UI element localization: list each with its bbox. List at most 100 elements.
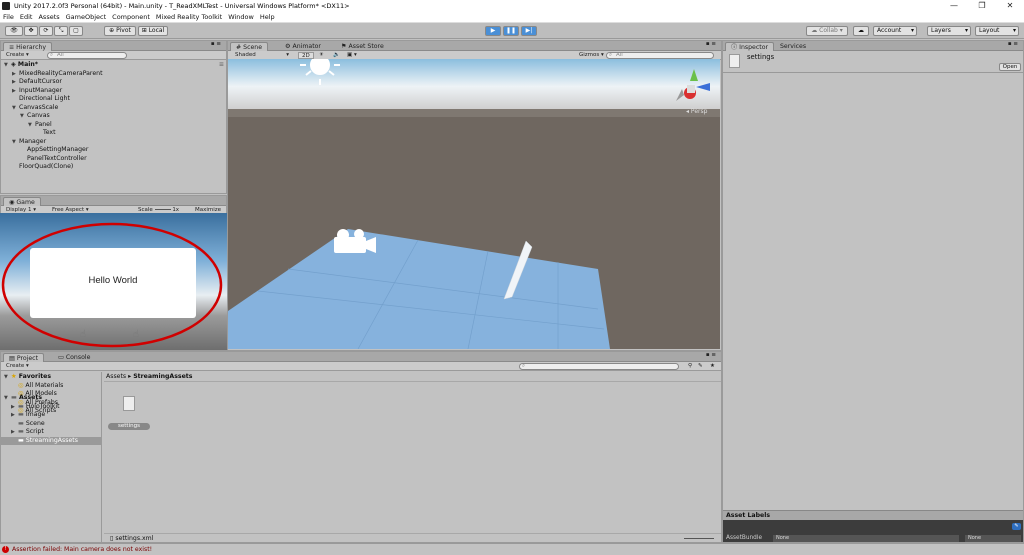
panel-menu-icon[interactable]: ▪ ≡ [703, 41, 719, 48]
tab-hierarchy[interactable]: ≡ Hierarchy [3, 42, 53, 51]
pivot-toggle[interactable]: ⊕ Pivot [104, 26, 136, 36]
expand-right-icon[interactable]: ▶ [12, 87, 19, 96]
shading-dropdown[interactable]: Shaded ▾ [232, 52, 292, 59]
hierarchy-create-label: Create [6, 52, 25, 58]
scene-viewport[interactable]: ◂ Persp [228, 59, 720, 349]
panel-menu-icon[interactable]: ▪ ≡ [208, 41, 224, 48]
asset-folder-item[interactable]: ▬ StreamingAssets [1, 436, 102, 445]
panel-menu-icon[interactable]: ▪ ≡ [1005, 41, 1021, 48]
asset-bundle-dropdown[interactable]: None [773, 535, 959, 542]
menu-mixed-reality-toolkit[interactable]: Mixed Reality Toolkit [156, 13, 222, 21]
tab-console[interactable]: ▭ Console [53, 353, 95, 362]
expand-down-icon[interactable]: ▼ [4, 394, 11, 403]
expand-down-icon[interactable]: ▼ [4, 373, 11, 382]
menu-assets[interactable]: Assets [38, 13, 59, 21]
toggle-2d-button[interactable]: 2D [298, 52, 314, 59]
asset-folder-item[interactable]: ▶ ▬ Script [4, 428, 102, 437]
hierarchy-item[interactable]: ▼ CanvasScale [4, 104, 224, 113]
tab-game[interactable]: ◉ Game [3, 197, 41, 206]
hierarchy-item[interactable]: ▼ Canvas [4, 112, 224, 121]
local-toggle[interactable]: ⊞ Local [138, 26, 168, 36]
tab-animator[interactable]: ⚙ Animator [280, 42, 326, 51]
expand-right-icon[interactable]: ▶ [12, 70, 19, 79]
expand-down-icon[interactable]: ▼ [4, 61, 11, 70]
menu-gameobject[interactable]: GameObject [66, 13, 107, 21]
rect-tool-icon[interactable]: ▢ [69, 26, 83, 36]
project-create-button[interactable]: Create ▾ [3, 363, 32, 370]
step-button[interactable]: ▶| [521, 26, 537, 36]
asset-folder-item[interactable]: ▶ ▬ HoloToolkit [4, 403, 102, 412]
asset-variant-dropdown[interactable]: None [965, 535, 1021, 542]
scene-search-input[interactable]: ⌕ All [606, 52, 714, 59]
play-button[interactable]: ▶ [485, 26, 501, 36]
menu-window[interactable]: Window [228, 13, 254, 21]
hierarchy-item[interactable]: Text [4, 129, 224, 138]
scene-root[interactable]: ▼ ◈ Main* ≡ [4, 61, 224, 70]
menu-help[interactable]: Help [260, 13, 275, 21]
hierarchy-item[interactable]: AppSettingManager [4, 146, 224, 155]
hierarchy-item[interactable]: ▶ DefaultCursor [4, 78, 224, 87]
pause-button[interactable]: ❚❚ [503, 26, 519, 36]
hand-tool-icon[interactable]: 👁 [5, 26, 23, 36]
open-button[interactable]: Open [999, 63, 1021, 71]
panel-menu-icon[interactable]: ▪ ≡ [703, 352, 719, 359]
expand-right-icon[interactable]: ▶ [11, 403, 18, 412]
layers-dropdown[interactable]: Layers ▾ [927, 26, 971, 36]
asset-folder-item[interactable]: ▬ Scene [4, 420, 102, 429]
hierarchy-item[interactable]: Directional Light [4, 95, 224, 104]
tab-project[interactable]: ▤ Project [3, 353, 44, 362]
expand-down-icon[interactable]: ▼ [12, 138, 19, 147]
audio-toggle-icon[interactable]: 🔈 [330, 52, 343, 59]
favorites-header[interactable]: ▼ ★ Favorites [4, 373, 102, 382]
menu-edit[interactable]: Edit [20, 13, 33, 21]
hierarchy-item[interactable]: ▶ InputManager [4, 87, 224, 96]
breadcrumb-assets[interactable]: Assets [106, 373, 126, 380]
hierarchy-item[interactable]: ▶ MixedRealityCameraParent [4, 70, 224, 79]
hierarchy-create-button[interactable]: Create ▾ [3, 52, 32, 59]
tab-scene[interactable]: # Scene [230, 42, 269, 51]
hierarchy-item[interactable]: PanelTextController [4, 155, 224, 164]
scale-tool-icon[interactable]: ⤡ [54, 26, 68, 36]
hierarchy-search-input[interactable]: ⌕ All [47, 52, 127, 59]
layout-dropdown[interactable]: Layout ▾ [975, 26, 1019, 36]
move-tool-icon[interactable]: ✥ [24, 26, 38, 36]
expand-right-icon[interactable]: ▶ [11, 428, 18, 437]
icon-size-slider[interactable] [684, 538, 714, 539]
effects-dropdown-icon[interactable]: ▣ ▾ [344, 52, 360, 59]
breadcrumb-streamingassets[interactable]: StreamingAssets [133, 373, 192, 380]
status-bar[interactable]: ! Assertion failed: Main camera does not… [0, 543, 1024, 555]
hierarchy-item[interactable]: ▼ Manager [4, 138, 224, 147]
expand-down-icon[interactable]: ▼ [12, 104, 19, 113]
asset-item-settings[interactable]: settings [108, 396, 150, 430]
collab-dropdown[interactable]: ☁ Collab ▾ [806, 26, 848, 36]
filter-label-icon[interactable]: ✎ [695, 363, 706, 370]
label-tag-icon[interactable]: ✎ [1012, 523, 1021, 530]
hierarchy-item[interactable]: FloorQuad(Clone) [4, 163, 224, 172]
menu-component[interactable]: Component [112, 13, 150, 21]
expand-down-icon[interactable]: ▼ [20, 112, 27, 121]
tab-services[interactable]: Services [775, 42, 811, 51]
asset-item-label: settings [108, 423, 150, 430]
account-dropdown[interactable]: Account ▾ [873, 26, 917, 36]
favorite-item[interactable]: ◎ All Materials [4, 382, 102, 391]
favorite-star-icon[interactable]: ★ [707, 363, 718, 370]
close-icon[interactable]: ✕ [996, 0, 1024, 12]
minimize-icon[interactable]: — [940, 0, 968, 12]
hierarchy-item[interactable]: ▼ Panel [4, 121, 224, 130]
slider-track[interactable] [154, 209, 171, 210]
lighting-toggle-icon[interactable]: ☀ [316, 52, 327, 59]
expand-down-icon[interactable]: ▼ [28, 121, 35, 130]
hierarchy-icon: ≡ [9, 44, 15, 51]
filter-type-icon[interactable]: ⚲ [685, 363, 695, 370]
game-viewport[interactable]: ☝ ☝ Hello World [0, 213, 227, 350]
tab-inspector[interactable]: ⓘ Inspector [725, 42, 775, 51]
menu-file[interactable]: File [3, 13, 14, 21]
expand-right-icon[interactable]: ▶ [12, 78, 19, 87]
cloud-icon[interactable]: ☁ [853, 26, 869, 36]
expand-right-icon[interactable]: ▶ [11, 411, 18, 420]
maximize-icon[interactable]: ❐ [968, 0, 996, 12]
gizmos-dropdown[interactable]: Gizmos ▾ [576, 52, 607, 59]
rotate-tool-icon[interactable]: ⟳ [39, 26, 53, 36]
project-search-input[interactable]: ⌕ [519, 363, 679, 370]
tab-asset-store[interactable]: ⚑ Asset Store [336, 42, 389, 51]
